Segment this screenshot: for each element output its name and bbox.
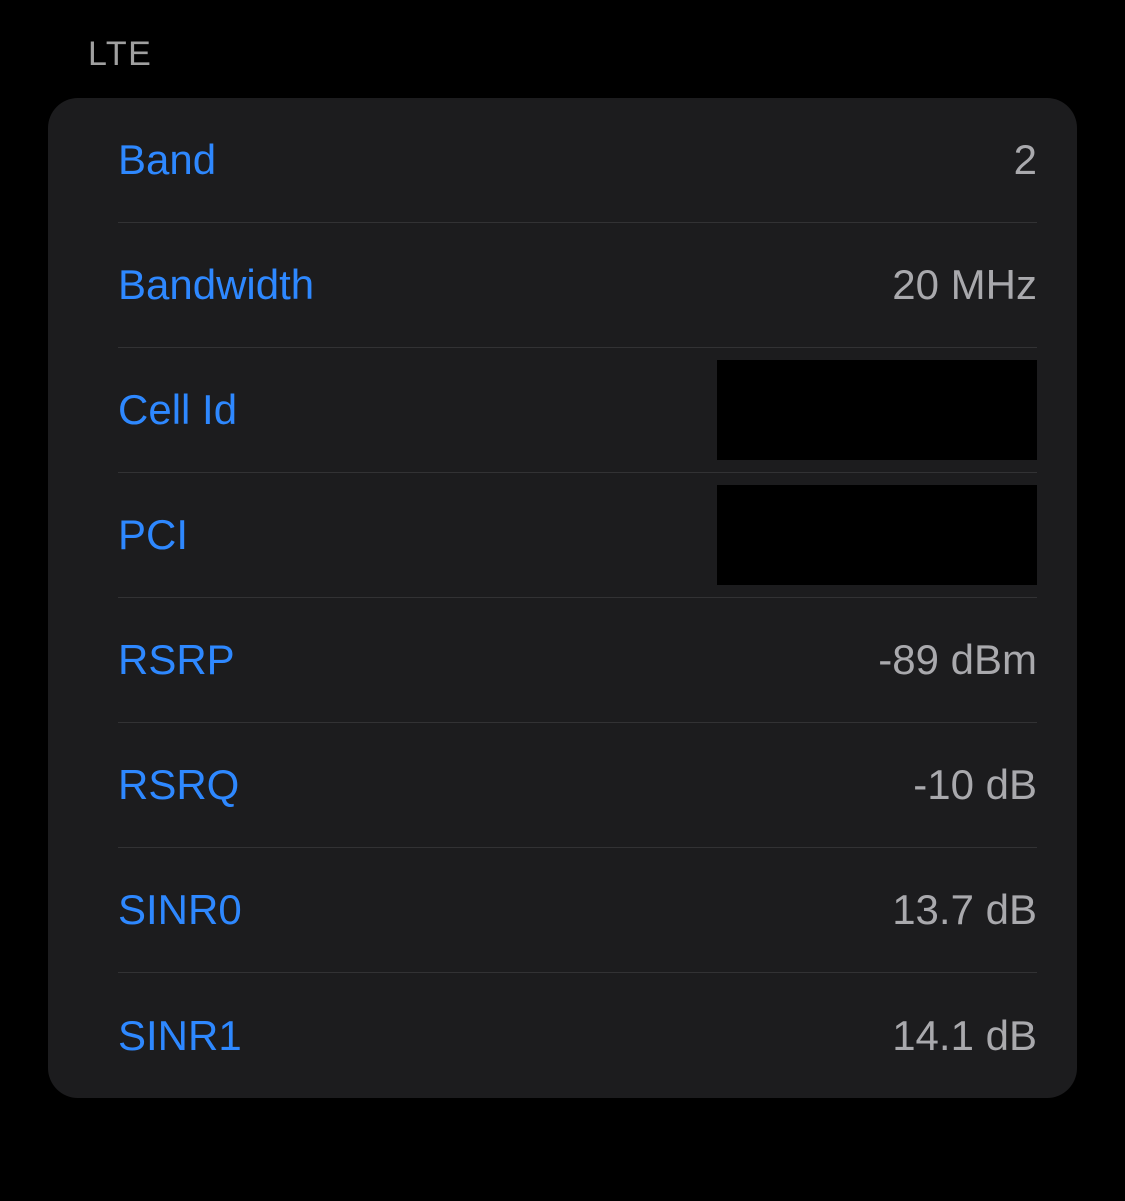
row-sinr0[interactable]: SINR0 13.7 dB — [118, 848, 1037, 973]
row-cell-id-value-redacted — [717, 360, 1037, 460]
row-band-label: Band — [118, 136, 216, 184]
row-rsrq-label: RSRQ — [118, 761, 239, 809]
row-sinr0-value: 13.7 dB — [892, 886, 1037, 934]
row-pci[interactable]: PCI — [118, 473, 1037, 598]
row-band-value: 2 — [1014, 136, 1037, 184]
lte-card: Band 2 Bandwidth 20 MHz Cell Id PCI RSRP… — [48, 98, 1077, 1098]
lte-panel: LTE Band 2 Bandwidth 20 MHz Cell Id PCI … — [0, 0, 1125, 1098]
row-sinr1[interactable]: SINR1 14.1 dB — [118, 973, 1037, 1098]
row-sinr1-label: SINR1 — [118, 1012, 242, 1060]
row-cell-id-label: Cell Id — [118, 386, 237, 434]
row-bandwidth[interactable]: Bandwidth 20 MHz — [118, 223, 1037, 348]
row-rsrp-label: RSRP — [118, 636, 235, 684]
row-bandwidth-value: 20 MHz — [892, 261, 1037, 309]
row-rsrp[interactable]: RSRP -89 dBm — [118, 598, 1037, 723]
row-cell-id[interactable]: Cell Id — [118, 348, 1037, 473]
row-sinr0-label: SINR0 — [118, 886, 242, 934]
row-pci-label: PCI — [118, 511, 188, 559]
row-bandwidth-label: Bandwidth — [118, 261, 314, 309]
section-header-lte: LTE — [48, 35, 1077, 74]
row-rsrq[interactable]: RSRQ -10 dB — [118, 723, 1037, 848]
row-rsrq-value: -10 dB — [913, 761, 1037, 809]
row-pci-value-redacted — [717, 485, 1037, 585]
row-rsrp-value: -89 dBm — [878, 636, 1037, 684]
row-sinr1-value: 14.1 dB — [892, 1012, 1037, 1060]
row-band[interactable]: Band 2 — [118, 98, 1037, 223]
